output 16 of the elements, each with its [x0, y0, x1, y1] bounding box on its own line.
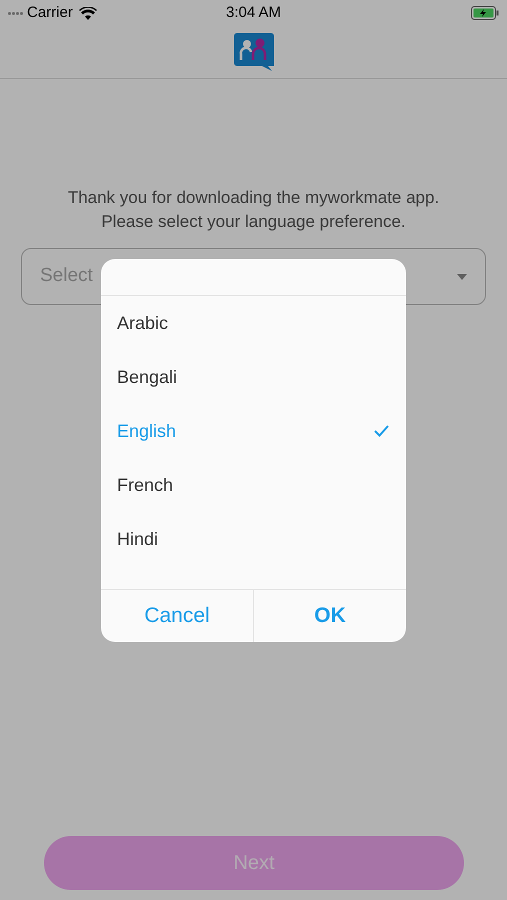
- language-option[interactable]: Hindi: [101, 512, 406, 566]
- signal-icon: [8, 12, 23, 14]
- intro-text: Thank you for downloading the myworkmate app.: [68, 187, 440, 209]
- logo-icon: [234, 33, 274, 71]
- cancel-button[interactable]: Cancel: [101, 590, 254, 642]
- wifi-icon: [78, 6, 97, 20]
- dropdown-caret-icon: [457, 274, 467, 280]
- battery-icon: [471, 6, 499, 20]
- ok-button[interactable]: OK: [254, 590, 406, 642]
- language-option[interactable]: Bengali: [101, 350, 406, 404]
- language-option[interactable]: English: [101, 404, 406, 458]
- checkmark-icon: [374, 425, 389, 437]
- status-time: 3:04 AM: [226, 2, 282, 23]
- language-option[interactable]: French: [101, 458, 406, 512]
- carrier-name: Carrier: [27, 2, 73, 23]
- intro-text: Please select your language preference.: [101, 211, 406, 233]
